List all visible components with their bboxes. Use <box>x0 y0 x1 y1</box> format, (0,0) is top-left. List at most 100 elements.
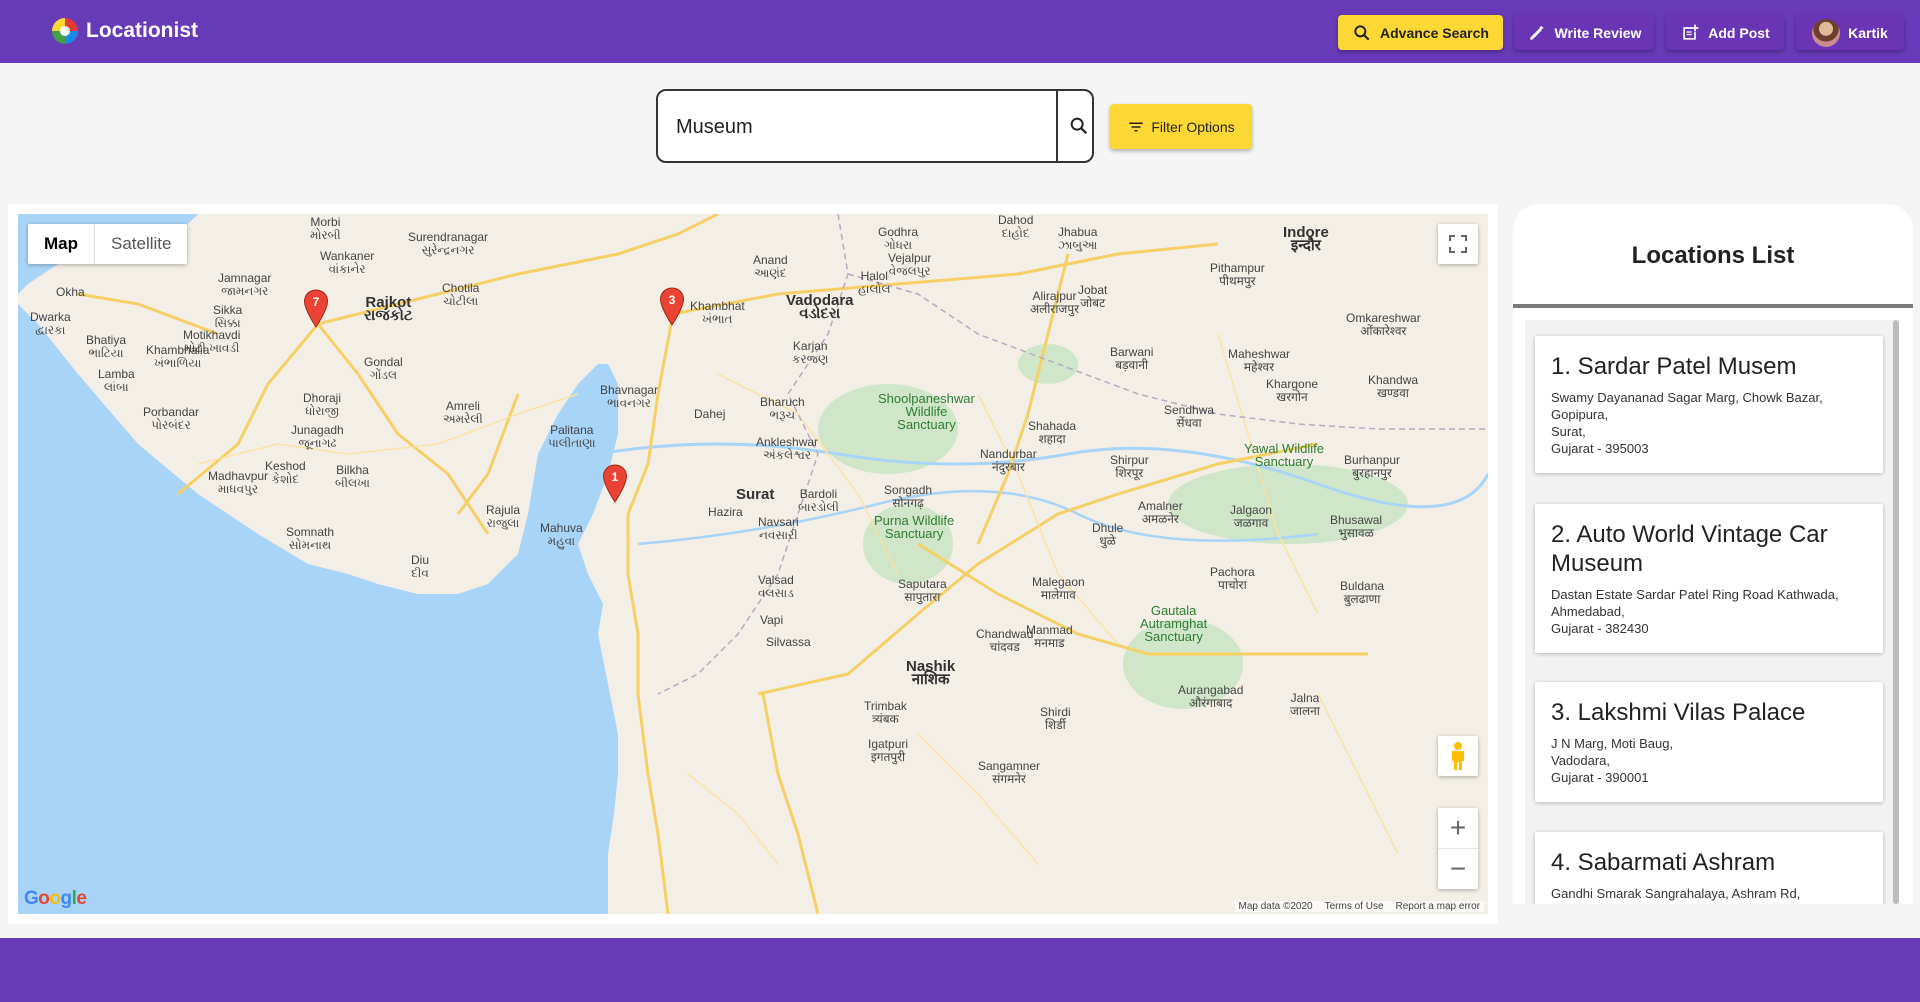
map-label-wankaner: Wankaner વાંકાનેર <box>320 249 375 276</box>
map-label-halol: Halol હાલોલ <box>858 269 891 296</box>
map-label-diu: Diu દીવ <box>411 553 430 580</box>
location-title: 1. Sardar Patel Musem <box>1551 353 1797 380</box>
map-canvas[interactable]: Morbi મોરબી Surendranagar સુરેન્દ્રનગર Wan… <box>18 214 1488 914</box>
map-marker-1[interactable]: 1 <box>602 464 628 504</box>
map-label-navsari: Navsari નવસારી <box>758 515 799 542</box>
location-address-line: Vadodara, <box>1551 753 1611 768</box>
map-data-attribution: Map data ©2020 <box>1238 901 1313 912</box>
user-profile-button[interactable]: Kartik <box>1796 15 1904 50</box>
map-label-amreli: Amreli અમરેલી <box>443 399 483 426</box>
map-label-gondal: Gondal ગોંડલ <box>364 355 403 382</box>
report-map-error-link[interactable]: Report a map error <box>1396 901 1480 912</box>
location-address-line: Ahmedabad, <box>1551 604 1625 619</box>
map-label-bhusawal: Bhusawal भुसावळ <box>1330 513 1383 540</box>
map-label-malegaon: Malegaon मालेगाव <box>1032 575 1085 602</box>
location-title: 2. Auto World Vintage Car Museum <box>1551 521 1828 577</box>
map-label-porbandar: Porbandar પોરબંદર <box>143 405 200 432</box>
map-label-dahod: Dahod દાહોદ <box>998 214 1034 240</box>
map-label-jalna: Jalna जालना <box>1290 691 1320 718</box>
map-label-madhavpur: Madhavpur માધવપુર <box>208 469 269 496</box>
map-label-rajula: Rajula રાજુલા <box>486 503 521 530</box>
location-address-line: Swamy Dayananad Sagar Marg, Chowk Bazar, <box>1551 390 1823 405</box>
map-label-khargone: Khargone खरगोन <box>1266 377 1319 404</box>
map-label-saputara: Saputara सापुतारा <box>898 577 947 604</box>
fullscreen-icon <box>1449 235 1467 253</box>
map-label-jhabua: Jhabua ઝાબુઆ <box>1058 225 1098 252</box>
search-icon <box>1070 117 1088 135</box>
pegman-icon <box>1452 742 1464 770</box>
zoom-out-button[interactable]: − <box>1438 849 1478 889</box>
map-label-indore: Indore इन्दौर <box>1283 224 1329 254</box>
map-label-amalner: Amalner अमळनेर <box>1138 499 1183 526</box>
map-label-dhoraji: Dhoraji ધોરાજી <box>303 391 342 418</box>
map-label-pithampur: Pithampur पीथमपुर <box>1210 261 1265 288</box>
map-label-shirdi: Shirdi शिर्डी <box>1040 705 1071 732</box>
map-label-sendhwa: Sendhwa सेंधवा <box>1164 403 1215 430</box>
map-label-gautala: Gautala Autramghat Sanctuary <box>1140 603 1208 644</box>
map-type-map[interactable]: Map <box>28 224 95 264</box>
list-scrollbar[interactable] <box>1893 320 1899 904</box>
map-label-sangamner: Sangamner संगमनेर <box>978 759 1041 786</box>
map-label-okha: Okha <box>56 285 85 299</box>
terms-of-use-link[interactable]: Terms of Use <box>1325 901 1384 912</box>
search-box <box>656 89 1094 163</box>
location-card[interactable]: 2. Auto World Vintage Car Museum Dastan … <box>1535 504 1883 653</box>
list-divider <box>1513 304 1913 308</box>
location-card[interactable]: 1. Sardar Patel Musem Swamy Dayananad Sa… <box>1535 336 1883 473</box>
location-card[interactable]: 4. Sabarmati Ashram Gandhi Smarak Sangra… <box>1535 832 1883 904</box>
location-card[interactable]: 3. Lakshmi Vilas Palace J N Marg, Moti B… <box>1535 682 1883 802</box>
map-label-jobat: Jobat जोबट <box>1078 283 1108 310</box>
map-label-palitana: Palitana પાલીતાણા <box>548 423 596 450</box>
map-label-alirajpur: Alirajpur अलीराजपुर <box>1030 289 1080 316</box>
map-label-dhule: Dhule धुळे <box>1092 521 1124 548</box>
map-frame: Morbi મોરબી Surendranagar સુરેન્દ્રનગર Wan… <box>8 204 1498 924</box>
map-label-vapi: Vapi <box>760 613 784 627</box>
map-label-omkareshwar: Omkareshwar ओंकारेश्वर <box>1346 311 1421 338</box>
map-label-somnath: Somnath સોમનાથ <box>286 525 335 552</box>
map-footer: Map data ©2020 Terms of Use Report a map… <box>1234 901 1484 912</box>
map-label-shoolpaneshwar: Shoolpaneshwar Wildlife Sanctuary <box>878 391 975 432</box>
map-label-pachora: Pachora पाचोरा <box>1210 565 1255 592</box>
map-label-khambhalia: Khambhalia ખંભાળિયા <box>146 343 210 370</box>
street-view-button[interactable] <box>1438 736 1478 776</box>
map-label-bharuch: Bharuch ભરૂચ <box>760 395 805 422</box>
locations-list-panel: Locations List 1. Sardar Patel Musem Swa… <box>1513 204 1913 904</box>
write-review-button[interactable]: Write Review <box>1514 15 1654 50</box>
add-post-button[interactable]: Add Post <box>1666 15 1784 50</box>
filter-options-button[interactable]: Filter Options <box>1110 104 1252 149</box>
map-label-vadodara: Vadodara વડોદરા <box>786 292 854 322</box>
map-label-surendranagar: Surendranagar સુરેન્દ્રનગર <box>408 230 489 257</box>
map-label-keshod: Keshod કેશોદ <box>265 459 306 486</box>
locations-list[interactable]: 1. Sardar Patel Musem Swamy Dayananad Sa… <box>1525 320 1899 904</box>
map-label-shahada: Shahada शहादा <box>1028 419 1077 446</box>
map-label-nashik: Nashik नाशिक <box>906 658 956 688</box>
brand[interactable]: Locationist <box>52 18 198 44</box>
map-label-maheshwar: Maheshwar महेश्वर <box>1228 347 1291 374</box>
map-label-purna: Purna Wildlife Sanctuary <box>874 513 955 541</box>
location-address-line: Dastan Estate Sardar Patel Ring Road Kat… <box>1551 587 1839 602</box>
footer <box>0 938 1920 1002</box>
search-button[interactable] <box>1066 113 1092 139</box>
map-type-satellite[interactable]: Satellite <box>95 224 187 264</box>
map-label-khandwa: Khandwa खण्डवा <box>1368 373 1419 400</box>
map-marker-3[interactable]: 3 <box>659 287 685 327</box>
map-label-chandwad: Chandwad चांदवड <box>976 627 1034 654</box>
zoom-in-button[interactable]: + <box>1438 809 1478 849</box>
map-label-chotila: Chotila ચોટીલા <box>442 281 480 308</box>
post-add-icon <box>1683 24 1699 40</box>
map-label-silvassa: Silvassa <box>766 635 811 649</box>
fullscreen-button[interactable] <box>1438 224 1478 264</box>
advance-search-button[interactable]: Advance Search <box>1338 15 1503 50</box>
map-label-bhavnagar: Bhavnagar ભાવનગર <box>600 383 659 410</box>
search-input[interactable] <box>676 110 1046 144</box>
location-address-line: Gujarat - 382430 <box>1551 621 1649 636</box>
map-label-bilkha: Bilkha બીલખા <box>335 463 370 490</box>
map-marker-7[interactable]: 7 <box>303 289 329 329</box>
map-label-igatpuri: Igatpuri इगतपुरी <box>868 737 909 764</box>
zoom-control: + − <box>1438 808 1478 889</box>
map-label-sikka: Sikka સિક્કા <box>213 303 243 330</box>
app-title: Locationist <box>86 19 199 42</box>
location-address-line: J N Marg, Moti Baug, <box>1551 736 1674 751</box>
map-label-karjan: Karjan કરજણ <box>792 339 829 366</box>
google-logo[interactable]: Google <box>24 888 87 910</box>
